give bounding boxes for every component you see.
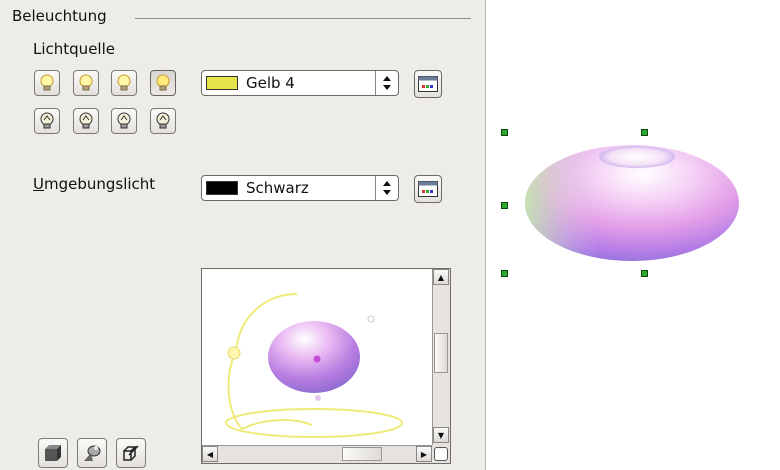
light-bulb-off-icon (156, 112, 170, 129)
selection-handle-bottom-center[interactable] (641, 270, 648, 277)
scroll-down-button[interactable]: ▼ (433, 427, 449, 443)
ambient-light-label: Umgebungslicht (33, 175, 156, 193)
light-source-button-4-selected[interactable] (150, 70, 176, 96)
scroll-corner (432, 445, 450, 463)
light-source-button-1[interactable] (34, 70, 60, 96)
lighting-settings-panel: Beleuchtung Lichtquelle Gelb 4 Umgebungs… (0, 0, 486, 470)
document-canvas[interactable] (487, 0, 780, 470)
light-path (241, 419, 313, 430)
selection-handle-bottom-left[interactable] (501, 270, 508, 277)
light-source-button-5[interactable] (34, 108, 60, 134)
selected-3d-object[interactable] (487, 0, 780, 470)
ambient-color-swatch (206, 181, 238, 195)
light-source-button-8[interactable] (150, 108, 176, 134)
light-indicator-dot (367, 315, 375, 323)
light-bulb-off-icon (40, 112, 54, 129)
light-bulb-off-icon (117, 112, 131, 129)
vertical-scroll-thumb[interactable] (434, 333, 448, 373)
color-dialog-icon (418, 76, 438, 92)
spin-arrows-icon (375, 71, 398, 95)
section-divider (135, 18, 471, 19)
light-source-button-6[interactable] (73, 108, 99, 134)
section-title-lighting: Beleuchtung (12, 7, 107, 25)
color-dialog-icon (418, 181, 438, 197)
light-source-button-2[interactable] (73, 70, 99, 96)
convert-to-3d-icon (45, 445, 61, 461)
light-path (225, 408, 403, 438)
selection-handle-top-left[interactable] (501, 129, 508, 136)
preview-center-dot (313, 355, 321, 363)
light-source-button-7[interactable] (111, 108, 137, 134)
selection-handle-top-center[interactable] (641, 129, 648, 136)
torus-hole (599, 146, 675, 168)
ambient-light-color-dropdown[interactable]: Schwarz (201, 175, 399, 201)
scroll-left-button[interactable]: ◀ (202, 446, 218, 462)
light-color-swatch (206, 76, 238, 90)
light-bulb-off-icon (79, 112, 93, 129)
spin-arrows-icon (375, 176, 398, 200)
lathe-object-button[interactable] (77, 438, 107, 468)
light-indicator-dot (315, 395, 321, 401)
light-source-handle[interactable] (227, 346, 241, 360)
horizontal-scroll-thumb[interactable] (342, 447, 382, 461)
preview-torus (268, 321, 360, 393)
light-source-color-dropdown[interactable]: Gelb 4 (201, 70, 399, 96)
scroll-up-button[interactable]: ▲ (433, 269, 449, 285)
lathe-object-icon (84, 445, 101, 461)
light-source-label: Lichtquelle (33, 40, 115, 58)
ambient-color-value: Schwarz (246, 179, 309, 197)
perspective-button[interactable] (116, 438, 146, 468)
light-bulb-on-icon (117, 74, 131, 91)
light-color-picker-button[interactable] (414, 70, 442, 98)
light-color-value: Gelb 4 (246, 74, 295, 92)
light-bulb-on-icon (79, 74, 93, 91)
light-source-button-3[interactable] (111, 70, 137, 96)
convert-to-3d-button[interactable] (38, 438, 68, 468)
selection-handle-middle-left[interactable] (501, 202, 508, 209)
light-bulb-on-icon (156, 74, 170, 91)
ambient-color-picker-button[interactable] (414, 175, 442, 203)
preview-vertical-scrollbar[interactable]: ▲ ▼ (432, 269, 450, 445)
preview-horizontal-scrollbar[interactable]: ◀ ▶ (202, 445, 434, 463)
lighting-preview[interactable]: ▲ ▼ ◀ ▶ (201, 268, 451, 464)
preview-scene (225, 293, 403, 438)
scroll-right-button[interactable]: ▶ (416, 446, 432, 462)
light-bulb-on-icon (40, 74, 54, 91)
perspective-icon (123, 445, 139, 461)
